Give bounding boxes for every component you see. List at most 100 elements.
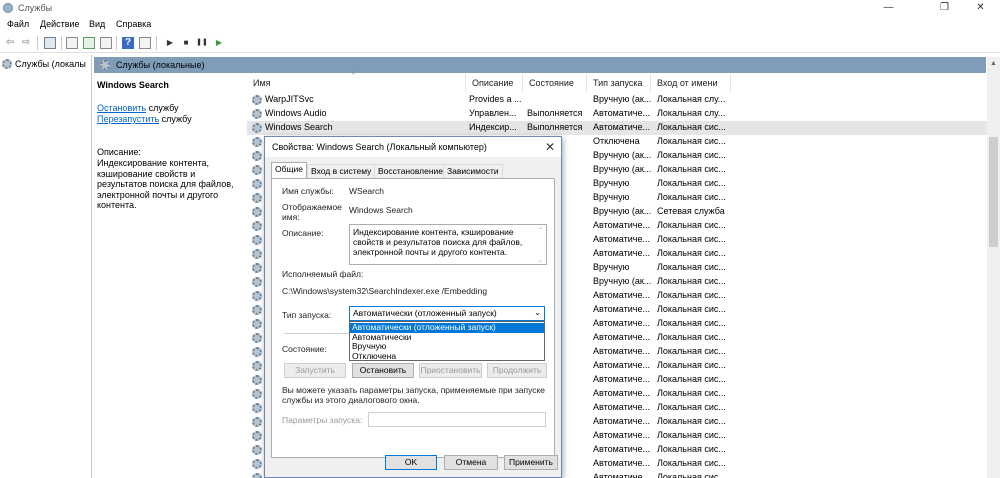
export-icon[interactable]	[100, 37, 112, 49]
table-cell-logon: Локальная сис...	[657, 164, 726, 174]
stop-button[interactable]: Остановить	[352, 363, 414, 378]
toolbar-separator	[37, 36, 38, 50]
gear-icon	[252, 403, 262, 413]
menu-help[interactable]: Справка	[116, 19, 151, 29]
gear-icon	[252, 431, 262, 441]
start-button[interactable]: Запустить	[284, 363, 346, 378]
table-cell-logon: Локальная сис...	[657, 290, 726, 300]
tab-dependencies[interactable]: Зависимости	[443, 164, 503, 178]
description-scrollbar[interactable]: ⌃ ⌄	[536, 226, 545, 264]
table-cell-logon: Локальная сис...	[657, 304, 726, 314]
minimize-button[interactable]: —	[866, 0, 911, 16]
pane-header: Службы (локальные)	[94, 57, 986, 73]
table-cell-startup: Вручную (ак...	[593, 164, 652, 174]
description-field-text: Индексирование контента, кэширование сво…	[353, 227, 523, 257]
table-cell-desc: Индексир...	[469, 122, 517, 132]
refresh-icon[interactable]	[83, 37, 95, 49]
gear-icon	[252, 235, 262, 245]
table-cell-startup: Автоматиче...	[593, 332, 650, 342]
column-header-logon-as[interactable]: Вход от имени	[651, 74, 731, 92]
scrollbar-thumb[interactable]	[989, 137, 998, 247]
table-cell-startup: Автоматиче...	[593, 304, 650, 314]
gear-icon	[2, 59, 12, 69]
resume-button[interactable]: Продолжить	[487, 363, 547, 378]
gear-icon	[252, 473, 262, 478]
console-tree: Службы (локалы	[0, 55, 92, 478]
table-row[interactable]: Windows Search Индексир... Выполняется Авто…	[247, 121, 987, 135]
table-cell-logon: Локальная сис...	[657, 458, 726, 468]
startup-type-select[interactable]: Автоматически (отложенный запуск) ⌄	[349, 306, 545, 321]
display-name-label-2: имя:	[282, 212, 300, 222]
menu-file[interactable]: Файл	[7, 19, 29, 29]
menu-view[interactable]: Вид	[89, 19, 105, 29]
table-cell-startup: Автоматиче...	[593, 458, 650, 468]
restart-service-line: Перезапустить службу	[97, 114, 192, 124]
gear-icon	[252, 109, 262, 119]
column-header-label: Вход от имени	[657, 78, 718, 88]
pause-icon[interactable]: ❚❚	[196, 37, 208, 49]
start-params-input[interactable]	[368, 412, 546, 427]
description-field[interactable]: Индексирование контента, кэширование сво…	[349, 224, 547, 265]
tab-general[interactable]: Общие	[271, 162, 307, 178]
table-cell-logon: Локальная сис...	[657, 248, 726, 258]
show-hide-tree-icon[interactable]	[44, 37, 56, 49]
scroll-up-icon[interactable]: ▲	[987, 57, 1000, 70]
forward-icon[interactable]: ⇨	[20, 37, 32, 49]
menu-action[interactable]: Действие	[40, 19, 80, 29]
exe-path-label: Исполняемый файл:	[282, 269, 364, 279]
start-icon[interactable]: ▶	[164, 37, 176, 49]
menu-bar: Файл Действие Вид Справка	[0, 16, 1000, 32]
stop-service-link[interactable]: Остановить	[97, 103, 146, 113]
gear-icon	[252, 319, 262, 329]
table-cell-startup: Автоматиче...	[593, 388, 650, 398]
table-cell-logon: Локальная сис...	[657, 332, 726, 342]
table-row[interactable]: WarpJITSvc Provides a ... Вручную (ак... Ло…	[247, 93, 987, 107]
table-cell-startup: Автоматиче...	[593, 444, 650, 454]
restart-service-link[interactable]: Перезапустить	[97, 114, 159, 124]
pause-button[interactable]: Приостановить	[419, 363, 482, 378]
close-button[interactable]: ✕	[958, 0, 1000, 16]
stop-icon[interactable]: ■	[180, 37, 192, 49]
table-cell-logon: Локальная сис...	[657, 150, 726, 160]
vertical-scrollbar[interactable]: ▲	[987, 57, 1000, 478]
table-cell-logon: Локальная сис...	[657, 444, 726, 454]
column-header-name[interactable]: Имя	[247, 74, 466, 92]
apply-button[interactable]: Применить	[504, 455, 558, 470]
table-cell-logon: Локальная сис...	[657, 388, 726, 398]
gear-icon	[252, 417, 262, 427]
console-icon[interactable]	[139, 37, 151, 49]
table-cell-startup: Автоматиче...	[593, 290, 650, 300]
table-cell-logon: Локальная сис...	[657, 430, 726, 440]
help-icon[interactable]: ?	[122, 37, 134, 49]
table-cell-logon: Локальная сис...	[657, 318, 726, 328]
table-cell-startup: Отключена	[593, 136, 640, 146]
cancel-button[interactable]: Отмена	[444, 455, 498, 470]
table-cell-name: WarpJITSvc	[265, 94, 314, 104]
ok-button[interactable]: OK	[385, 455, 437, 470]
table-cell-startup: Автоматиче...	[593, 360, 650, 370]
tree-item-services-local[interactable]: Службы (локалы	[2, 57, 90, 71]
column-header-status[interactable]: Состояние	[523, 74, 587, 92]
column-header-label: Имя	[253, 78, 271, 88]
gear-icon	[252, 333, 262, 343]
startup-option-disabled[interactable]: Отключена	[350, 351, 544, 362]
back-icon[interactable]: ⇦	[4, 37, 16, 49]
table-cell-startup: Автоматиче...	[593, 220, 650, 230]
properties-icon[interactable]	[66, 37, 78, 49]
gear-icon	[252, 389, 262, 399]
tab-logon[interactable]: Вход в систему	[307, 164, 376, 178]
table-cell-logon: Локальная сис...	[657, 192, 726, 202]
table-cell-desc: Provides a ...	[469, 94, 522, 104]
table-cell-startup: Автоматиче...	[593, 402, 650, 412]
column-header-description[interactable]: Описание	[466, 74, 523, 92]
table-row[interactable]: Windows Audio Управлен... Выполняется Автом…	[247, 107, 987, 121]
gear-icon	[252, 137, 262, 147]
exe-path-value: C:\Windows\system32\SearchIndexer.exe /E…	[282, 286, 488, 296]
table-cell-startup: Вручную	[593, 178, 630, 188]
tab-recovery[interactable]: Восстановление	[374, 164, 448, 178]
start-params-hint-1: Вы можете указать параметры запуска, при…	[282, 385, 546, 395]
dialog-close-button[interactable]: ✕	[545, 140, 555, 154]
column-header-startup-type[interactable]: Тип запуска	[587, 74, 651, 92]
restart-icon[interactable]: ▶	[213, 37, 225, 49]
table-cell-name: Windows Audio	[265, 108, 327, 118]
